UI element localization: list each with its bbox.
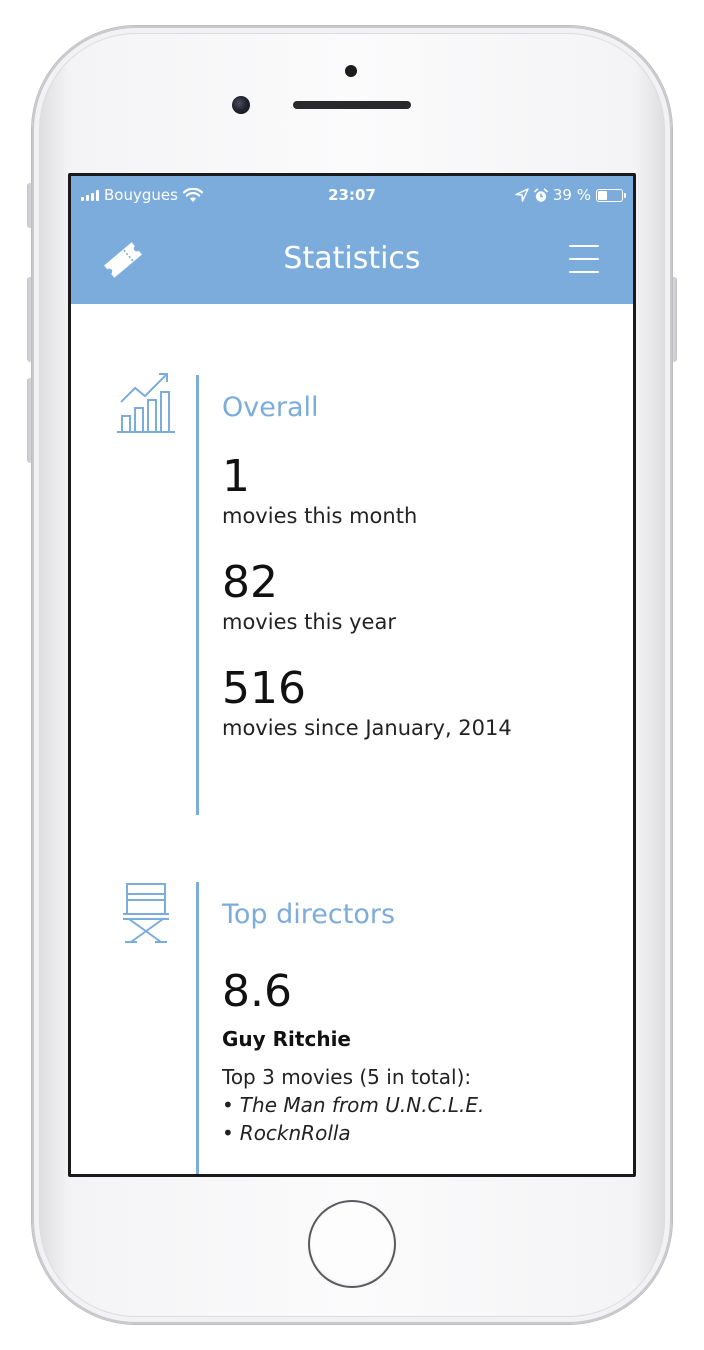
alarm-icon [534,187,548,202]
top-directors-title: Top directors [222,899,396,930]
stat-label-month: movies this month [222,504,418,528]
overall-title: Overall [222,392,319,423]
battery-level [598,190,607,200]
earpiece-speaker [293,101,411,109]
page-title: Statistics [283,241,421,276]
top-directors-divider [196,882,199,1174]
director-name: Guy Ritchie [222,1027,351,1051]
list-item: • The Man from U.N.C.L.E. [222,1093,485,1117]
status-time: 23:07 [328,186,376,204]
list-item: • RocknRolla [222,1121,351,1145]
status-bar-right: 39 % [423,186,626,204]
overall-divider [196,375,199,815]
movie-title: RocknRolla [239,1121,351,1145]
navigation-bar: Statistics [71,214,633,304]
overall-section: Overall 1 movies this month 82 movies th… [71,370,633,815]
top-directors-section: Top directors 8.6 Guy Ritchie Top 3 movi… [71,882,633,1174]
battery-icon [596,188,626,202]
battery-percentage: 39 % [552,186,591,204]
carrier-name: Bouygues [104,186,178,204]
home-button[interactable] [308,1200,396,1288]
status-bar-left: Bouygues [81,186,281,204]
device-screen: Bouygues 23:07 39 % Statistics Overall 1… [68,173,636,1177]
stat-item: 516 movies since January, 2014 [222,664,613,742]
stat-value-total: 516 [222,663,306,714]
front-camera [232,96,250,114]
location-arrow-icon [515,188,529,202]
director-score: 8.6 [222,966,292,1017]
app-view: Bouygues 23:07 39 % Statistics Overall 1… [71,176,633,1174]
stat-value-month: 1 [222,451,250,502]
hamburger-menu-icon[interactable] [569,245,599,273]
wifi-icon [182,187,203,202]
stat-item: 82 movies this year [222,558,613,636]
top-directors-body: Top directors 8.6 Guy Ritchie Top 3 movi… [222,882,613,1147]
signal-strength-icon [81,189,99,201]
stat-label-total: movies since January, 2014 [222,716,512,740]
growth-chart-icon [117,373,175,433]
status-bar: Bouygues 23:07 39 % [71,176,633,214]
movie-title: The Man from U.N.C.L.E. [239,1093,485,1117]
proximity-sensor [345,65,357,77]
director-chair-icon [123,883,169,943]
overall-body: Overall 1 movies this month 82 movies th… [222,370,613,742]
stat-label-year: movies this year [222,610,396,634]
director-movies-intro: Top 3 movies (5 in total): [222,1065,472,1089]
stat-item: 1 movies this month [222,452,613,530]
stat-value-year: 82 [222,557,278,608]
